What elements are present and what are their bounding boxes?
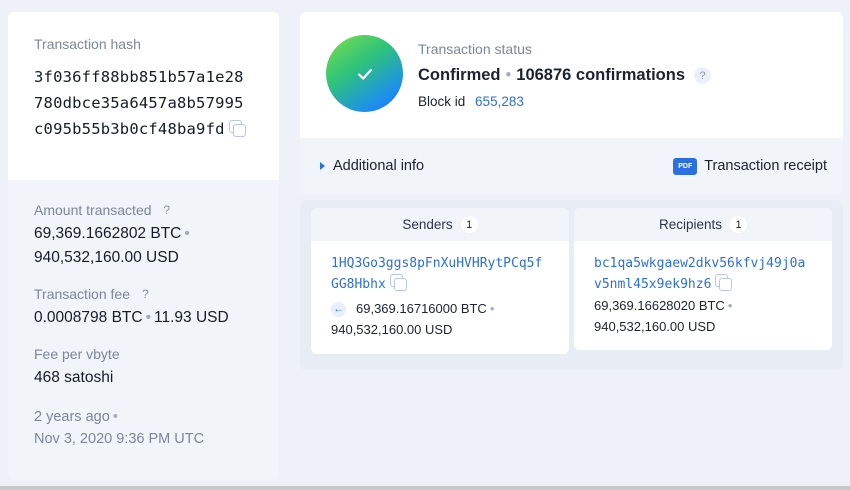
caret-right-icon [320,162,325,170]
status-line: Confirmed • 106876 confirmations ? [418,66,712,85]
hash-section: Transaction hash 3f036ff88bb851b57a1e287… [8,12,279,180]
sender-address-link[interactable]: 1HQ3Go3ggs8pFnXuHVHRytPCq5fGG8Hbhx [331,253,549,295]
sender-btc: 69,369.16716000 BTC [356,301,487,316]
recipient-btc: 69,369.16628020 BTC [594,298,725,313]
help-icon[interactable]: ? [142,287,149,301]
transaction-details: Amount transacted ? 69,369.1662802 BTC • … [8,180,279,472]
fee-usd: 11.93 USD [154,309,229,326]
amount-label: Amount transacted [34,202,152,218]
sender-item: 1HQ3Go3ggs8pFnXuHVHRytPCq5fGG8Hbhx ← 69,3… [311,241,569,352]
recipients-card: Recipients 1 bc1qa5wkgaew2dkv56kfvj49j0a… [574,208,832,350]
window-bottom-edge [0,486,850,490]
sender-amount: ← 69,369.16716000 BTC • 940,532,160.00 USD [331,298,549,340]
status-header: Transaction status Confirmed • 106876 co… [300,12,843,138]
status-state: Confirmed [418,66,501,84]
separator-dot: • [184,225,190,242]
amount-group: Amount transacted ? 69,369.1662802 BTC • … [34,202,253,270]
sender-usd: 940,532,160.00 USD [331,322,453,337]
sender-address[interactable]: 1HQ3Go3ggs8pFnXuHVHRytPCq5fGG8Hbhx [331,256,542,292]
additional-info-label: Additional info [333,158,425,174]
fee-value: 0.0008798 BTC • 11.93 USD [34,306,253,330]
arrow-left-icon: ← [331,302,346,317]
senders-card: Senders 1 1HQ3Go3ggs8pFnXuHVHRytPCq5fGG8… [311,208,569,354]
fee-per-vbyte-value: 468 satoshi [34,369,114,386]
fee-per-vbyte-label: Fee per vbyte [34,346,120,362]
transaction-summary-card: Transaction hash 3f036ff88bb851b57a1e287… [8,12,279,480]
copy-icon[interactable] [715,274,733,291]
transaction-time: 2 years ago • Nov 3, 2020 9:36 PM UTC [34,406,253,450]
confirmations-count: 106876 confirmations [516,66,686,84]
fee-btc: 0.0008798 BTC [34,309,143,326]
help-icon[interactable]: ? [694,67,712,84]
transaction-receipt-button[interactable]: PDF Transaction receipt [673,157,827,175]
status-label: Transaction status [418,41,532,57]
recipient-amount: 69,369.16628020 BTC • 940,532,160.00 USD [594,295,812,337]
transaction-receipt-label: Transaction receipt [704,158,827,174]
help-icon[interactable]: ? [164,203,171,217]
fee-label: Transaction fee [34,286,130,302]
copy-icon[interactable] [389,274,407,291]
transfers-section: Senders 1 1HQ3Go3ggs8pFnXuHVHRytPCq5fGG8… [300,200,843,370]
block-id-link[interactable]: 655,283 [475,94,524,109]
transaction-hash-label: Transaction hash [34,36,141,52]
recipients-title: Recipients [658,217,723,232]
separator-dot: • [727,298,733,313]
separator-dot: • [145,309,152,326]
status-actions: Additional info PDF Transaction receipt [300,138,843,194]
senders-count-badge: 1 [460,216,478,233]
fee-per-vbyte-group: Fee per vbyte 468 satoshi [34,346,253,390]
amount-usd: 940,532,160.00 USD [34,249,179,266]
status-card: Transaction status Confirmed • 106876 co… [300,12,843,194]
separator-dot: • [489,301,495,316]
confirmed-check-icon [326,35,403,112]
transaction-hash-text[interactable]: 3f036ff88bb851b57a1e28780dbce35a6457a8b5… [34,68,244,138]
recipients-header: Recipients 1 [574,208,832,241]
senders-title: Senders [402,217,453,232]
recipient-address-link[interactable]: bc1qa5wkgaew2dkv56kfvj49j0av5nml45x9ek9h… [594,253,812,295]
amount-value: 69,369.1662802 BTC • 940,532,160.00 USD [34,222,253,270]
recipient-item: bc1qa5wkgaew2dkv56kfvj49j0av5nml45x9ek9h… [574,241,832,349]
transaction-hash-value[interactable]: 3f036ff88bb851b57a1e28780dbce35a6457a8b5… [34,64,253,142]
time-relative: 2 years ago [34,409,110,425]
pdf-icon: PDF [673,157,698,175]
recipients-count-badge: 1 [730,216,748,233]
amount-btc: 69,369.1662802 BTC [34,225,182,242]
separator-dot: • [505,66,512,84]
status-info: Transaction status Confirmed • 106876 co… [418,41,712,109]
recipient-usd: 940,532,160.00 USD [594,319,716,334]
block-id-label: Block id [418,94,466,109]
senders-header: Senders 1 [311,208,569,241]
fee-group: Transaction fee ? 0.0008798 BTC • 11.93 US… [34,286,253,330]
recipient-address[interactable]: bc1qa5wkgaew2dkv56kfvj49j0av5nml45x9ek9h… [594,256,805,292]
separator-dot: • [112,409,118,425]
copy-icon[interactable] [228,120,246,137]
additional-info-toggle[interactable]: Additional info [320,158,424,174]
time-absolute: Nov 3, 2020 9:36 PM UTC [34,431,205,447]
block-id-line: Block id 655,283 [418,94,711,109]
